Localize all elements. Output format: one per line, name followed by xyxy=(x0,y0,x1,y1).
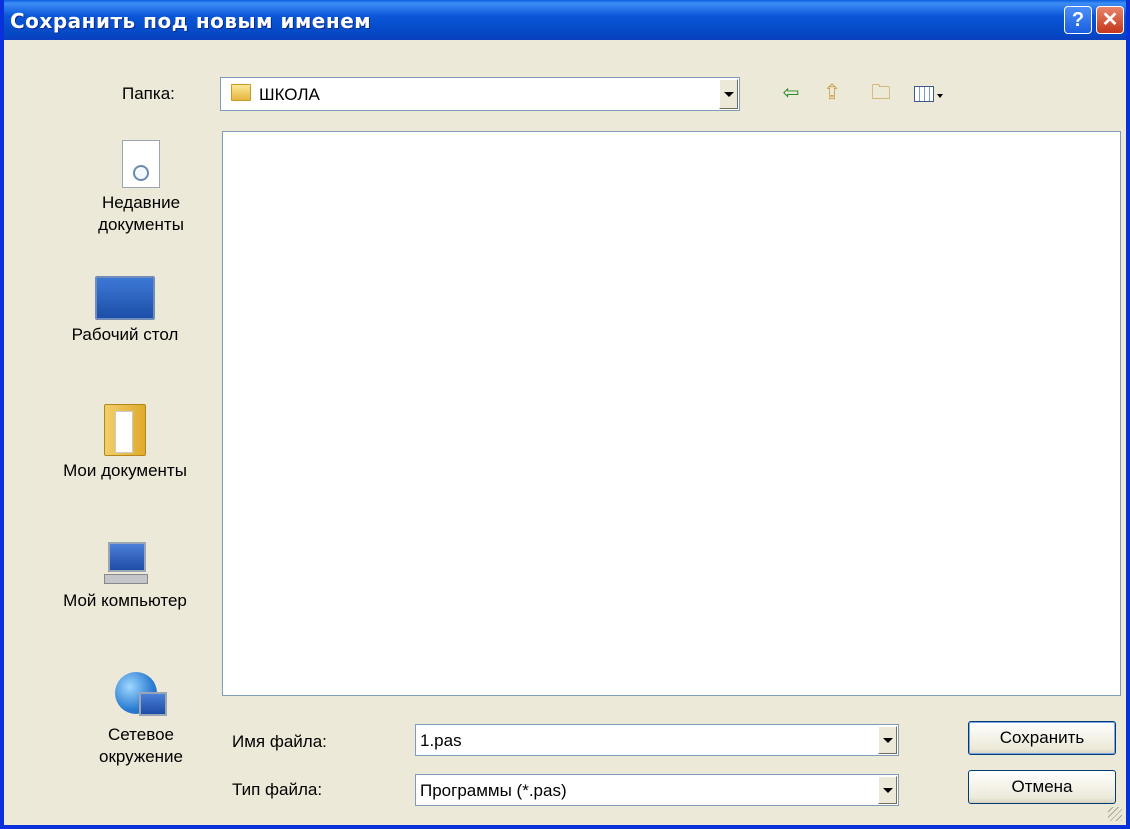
my-computer-icon xyxy=(100,540,150,586)
places-my-documents[interactable]: Мои документы xyxy=(40,404,210,482)
filetype-select[interactable]: Программы (*.pas) xyxy=(415,774,899,806)
place-label: Недавние документы xyxy=(98,193,184,234)
file-list[interactable] xyxy=(222,131,1121,696)
filetype-value: Программы (*.pas) xyxy=(420,781,567,800)
dialog-title: Сохранить под новым именем xyxy=(10,9,372,33)
up-folder-icon[interactable]: ⮸ xyxy=(818,82,846,104)
save-button[interactable]: Сохранить xyxy=(968,721,1116,755)
resize-grip[interactable] xyxy=(1108,807,1122,821)
chevron-down-icon[interactable] xyxy=(719,79,738,109)
places-recent-documents[interactable]: Недавние документы xyxy=(56,140,226,236)
place-label: Мой компьютер xyxy=(63,591,187,610)
new-folder-icon[interactable]: 🗀 xyxy=(866,82,896,104)
place-label: Мои документы xyxy=(63,461,187,480)
place-label: Рабочий стол xyxy=(71,325,179,344)
places-desktop[interactable]: Рабочий стол xyxy=(40,276,210,346)
desktop-icon xyxy=(95,276,155,320)
save-as-dialog: Сохранить под новым именем ? ✕ Папка: ШК… xyxy=(0,0,1130,829)
help-button[interactable]: ? xyxy=(1064,6,1092,34)
folder-label: Папка: xyxy=(122,84,175,103)
places-network[interactable]: Сетевое окружение xyxy=(56,670,226,768)
cancel-button[interactable]: Отмена xyxy=(968,770,1116,804)
filename-input[interactable]: 1.pas xyxy=(415,724,899,756)
places-my-computer[interactable]: Мой компьютер xyxy=(40,540,210,612)
folder-dropdown[interactable]: ШКОЛА xyxy=(220,77,740,111)
place-label: Сетевое окружение xyxy=(98,725,183,766)
view-menu-icon[interactable] xyxy=(914,86,934,102)
close-button[interactable]: ✕ xyxy=(1096,6,1124,34)
my-documents-icon xyxy=(104,404,146,456)
folder-name: ШКОЛА xyxy=(259,85,320,104)
back-arrow-icon[interactable]: ⇦ xyxy=(778,82,804,104)
view-dropdown-arrow-icon[interactable] xyxy=(937,94,943,98)
network-icon xyxy=(113,670,169,720)
recent-documents-icon xyxy=(122,140,160,188)
filename-value: 1.pas xyxy=(420,731,462,750)
filetype-label: Тип файла: xyxy=(232,780,323,799)
title-bar[interactable]: Сохранить под новым именем ? ✕ xyxy=(4,0,1126,40)
filename-label: Имя файла: xyxy=(232,732,327,751)
chevron-down-icon[interactable] xyxy=(878,776,897,804)
folder-icon xyxy=(231,84,251,101)
chevron-down-icon[interactable] xyxy=(878,726,897,754)
